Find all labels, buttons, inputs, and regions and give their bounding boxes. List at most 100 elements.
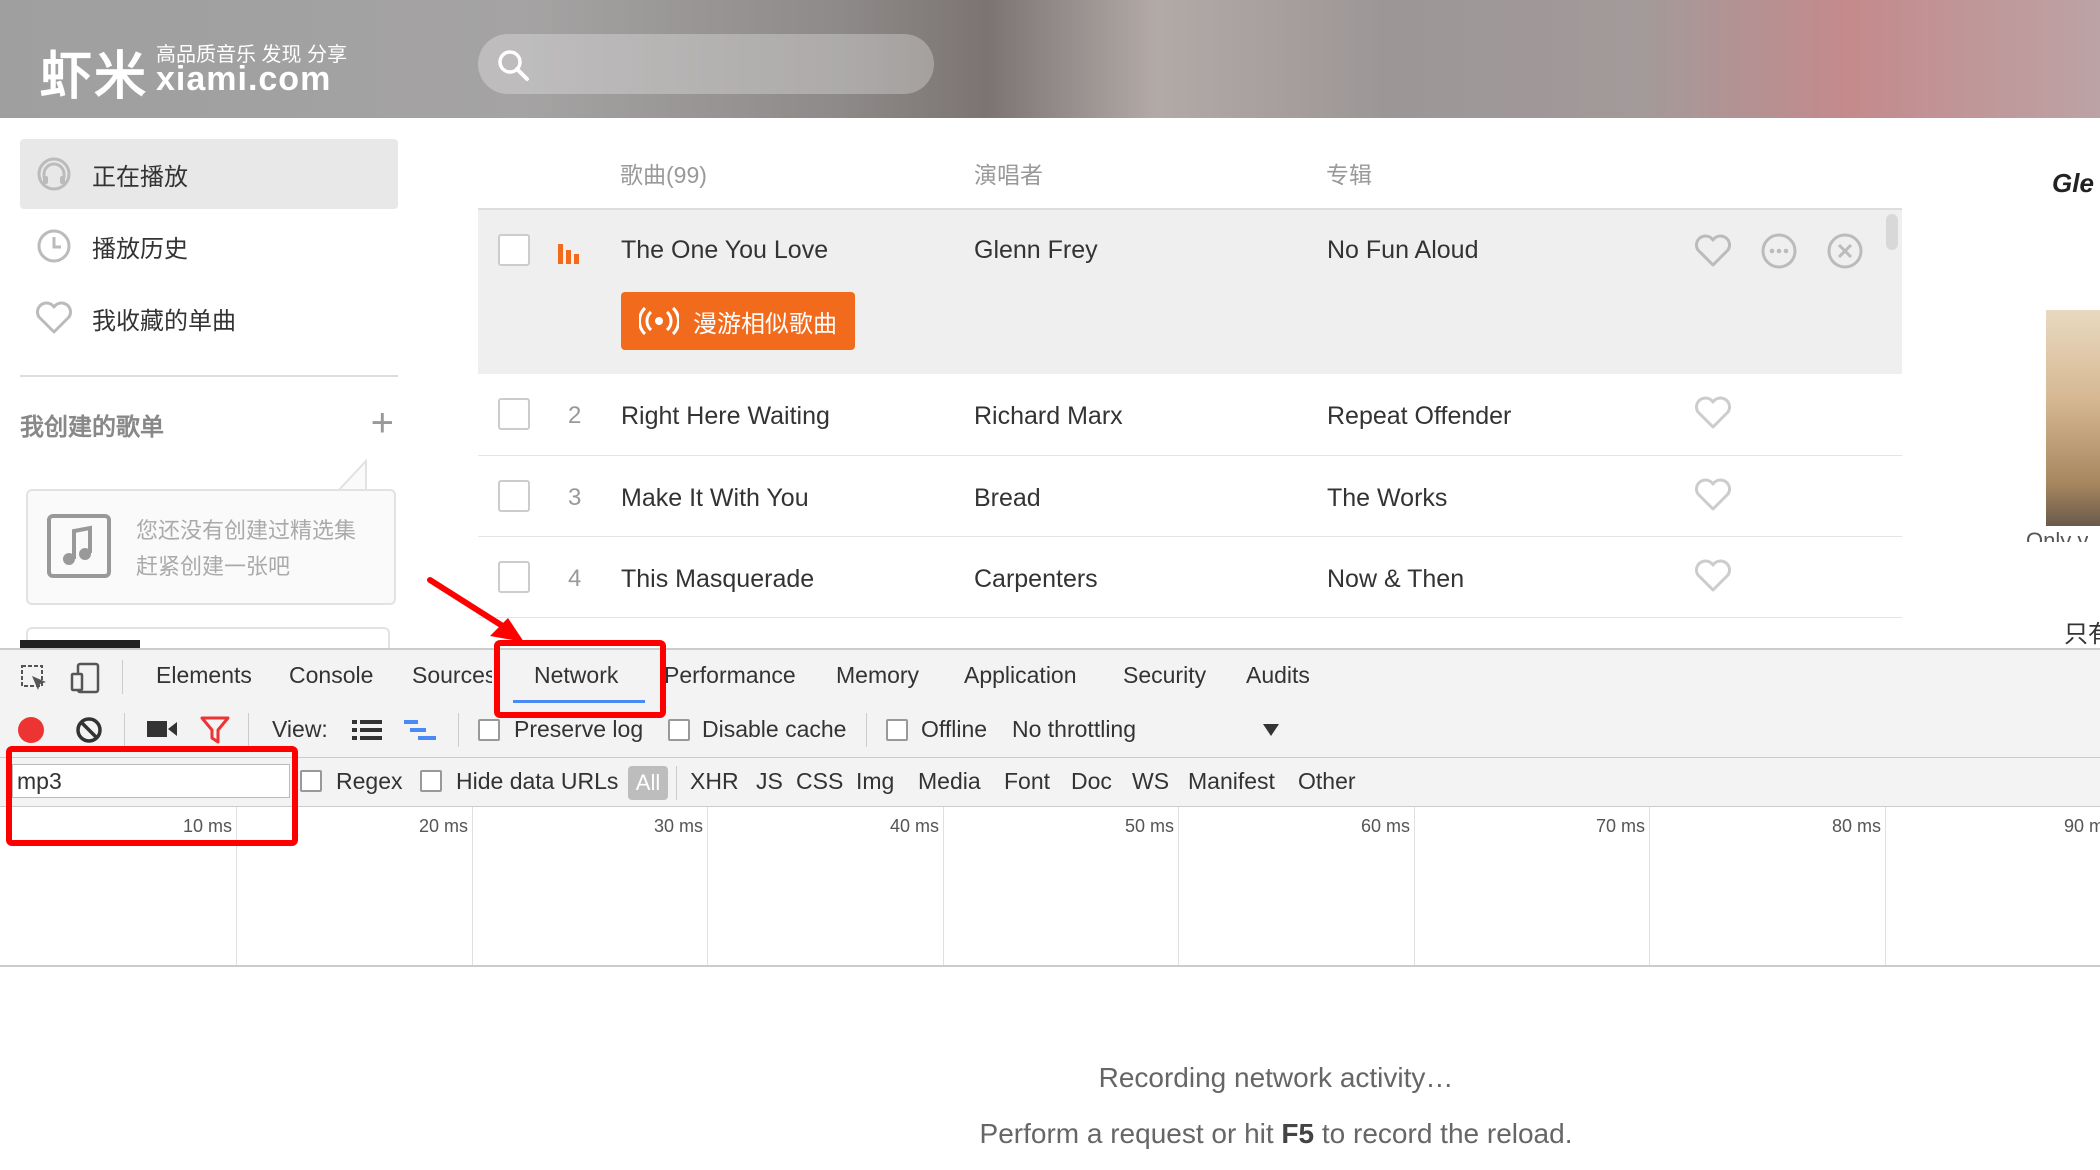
song-artist[interactable]: Richard Marx [974,402,1123,431]
row-checkbox[interactable] [498,480,530,512]
my-playlists-header: 我创建的歌单 + [20,401,398,447]
song-title[interactable]: The One You Love [621,236,828,265]
toolbar-separator [124,713,125,747]
sidebar-item-now-playing[interactable]: 正在播放 [20,139,398,209]
regex-checkbox[interactable] [300,770,322,792]
search-input[interactable] [542,44,916,86]
sidebar-item-favorites[interactable]: 我收藏的单曲 [20,283,398,353]
row-checkbox[interactable] [498,398,530,430]
offline-checkbox[interactable] [886,719,908,741]
toolbar-separator [866,713,867,747]
heart-icon[interactable] [1694,478,1732,512]
reload-hint-pre: Perform a request or hit [979,1118,1282,1149]
tab-application[interactable]: Application [964,662,1077,689]
tab-console[interactable]: Console [289,662,373,689]
more-options-icon[interactable] [1760,232,1798,270]
song-artist[interactable]: Carpenters [974,565,1098,594]
dropdown-arrow-icon[interactable] [1262,723,1280,737]
red-highlight-filter-input [6,746,298,846]
network-timeline-overview[interactable]: 10 ms 20 ms 30 ms 40 ms 50 ms 60 ms 70 m… [0,807,2100,967]
filter-icon[interactable] [200,715,230,745]
row-number: 4 [568,565,582,592]
type-filter-xhr[interactable]: XHR [690,768,739,795]
logo-main-text: 虾米 [40,48,149,106]
reload-hint: Perform a request or hit F5 to record th… [0,1118,2100,1150]
album-cover-panel[interactable]: Gle [2046,160,2100,528]
album-caption-peek: Only y [2026,528,2089,542]
song-row[interactable]: 4 This Masquerade Carpenters Now & Then [478,537,1902,617]
tick-gridline [1649,807,1650,965]
song-artist[interactable]: Glenn Frey [974,236,1098,265]
red-arrow-annotation [427,577,524,642]
row-checkbox[interactable] [498,234,530,266]
clear-icon[interactable] [74,715,104,745]
song-artist[interactable]: Bread [974,484,1041,513]
tab-performance[interactable]: Performance [664,662,796,689]
heart-icon[interactable] [1694,559,1732,593]
bubble-pointer [338,459,367,491]
column-header-song[interactable]: 歌曲(99) [620,156,707,192]
song-row[interactable]: 3 Make It With You Bread The Works [478,456,1902,536]
search-bar[interactable] [478,34,934,94]
song-album[interactable]: The Works [1327,484,1447,513]
capture-screenshots-icon[interactable] [146,717,178,741]
type-filter-css[interactable]: CSS [796,768,843,795]
type-filter-media[interactable]: Media [918,768,981,795]
tick-gridline [1885,807,1886,965]
song-title[interactable]: Right Here Waiting [621,402,830,431]
overview-waterfall-icon[interactable] [404,719,438,743]
tab-elements[interactable]: Elements [156,662,252,689]
row-number: 3 [568,484,582,511]
column-header-artist[interactable]: 演唱者 [974,156,1043,192]
tick-label: 40 ms [889,816,939,836]
tick-label: 80 ms [1831,816,1881,836]
disable-cache-checkbox[interactable] [668,719,690,741]
song-title[interactable]: Make It With You [621,484,809,513]
add-playlist-button[interactable]: + [371,401,394,446]
type-filter-doc[interactable]: Doc [1071,768,1112,795]
list-scrollbar[interactable] [1886,214,1898,250]
type-filter-manifest[interactable]: Manifest [1188,768,1275,795]
song-album[interactable]: Repeat Offender [1327,402,1511,431]
type-filter-ws[interactable]: WS [1132,768,1169,795]
toolbar-separator [248,713,249,747]
sidebar-item-history[interactable]: 播放历史 [20,211,398,281]
song-title[interactable]: This Masquerade [621,565,814,594]
tab-sources[interactable]: Sources [412,662,492,689]
tab-memory[interactable]: Memory [836,662,919,689]
record-icon[interactable] [16,715,46,745]
song-album[interactable]: Now & Then [1327,565,1464,594]
preserve-log-label: Preserve log [514,716,644,742]
song-album[interactable]: No Fun Aloud [1327,236,1479,265]
type-filter-other[interactable]: Other [1298,768,1356,795]
red-highlight-network-tab [494,640,666,718]
remove-icon[interactable] [1826,232,1864,270]
hide-data-urls-checkbox[interactable] [420,770,442,792]
tick-gridline [1178,807,1179,965]
roam-similar-songs-button[interactable]: 漫游相似歌曲 [621,292,855,350]
tick-label: 20 ms [418,816,468,836]
sidebar-divider [20,375,398,377]
regex-label: Regex [336,768,403,794]
column-header-album[interactable]: 专辑 [1326,156,1372,192]
large-rows-icon[interactable] [352,719,382,741]
device-toggle-icon[interactable] [70,662,102,694]
throttling-select[interactable]: No throttling [1012,716,1136,743]
type-filter-all[interactable]: All [628,766,668,800]
song-row-playing[interactable]: The One You Love Glenn Frey No Fun Aloud… [478,210,1902,374]
toolbar-separator [122,660,123,694]
network-toolbar: View: Preserve log Disable cache Offline… [0,703,2100,758]
sidebar-item-label: 我收藏的单曲 [92,307,236,335]
preserve-log-checkbox[interactable] [478,719,500,741]
type-filter-font[interactable]: Font [1004,768,1050,795]
song-row[interactable]: 2 Right Here Waiting Richard Marx Repeat… [478,374,1902,454]
tab-audits[interactable]: Audits [1246,662,1310,689]
type-filter-img[interactable]: Img [856,768,894,795]
heart-icon[interactable] [1694,234,1732,268]
tab-security[interactable]: Security [1123,662,1206,689]
type-filter-js[interactable]: JS [756,768,783,795]
reload-hint-key: F5 [1281,1118,1315,1149]
heart-icon[interactable] [1694,396,1732,430]
search-icon[interactable] [496,48,530,82]
inspect-element-icon[interactable] [20,664,50,694]
